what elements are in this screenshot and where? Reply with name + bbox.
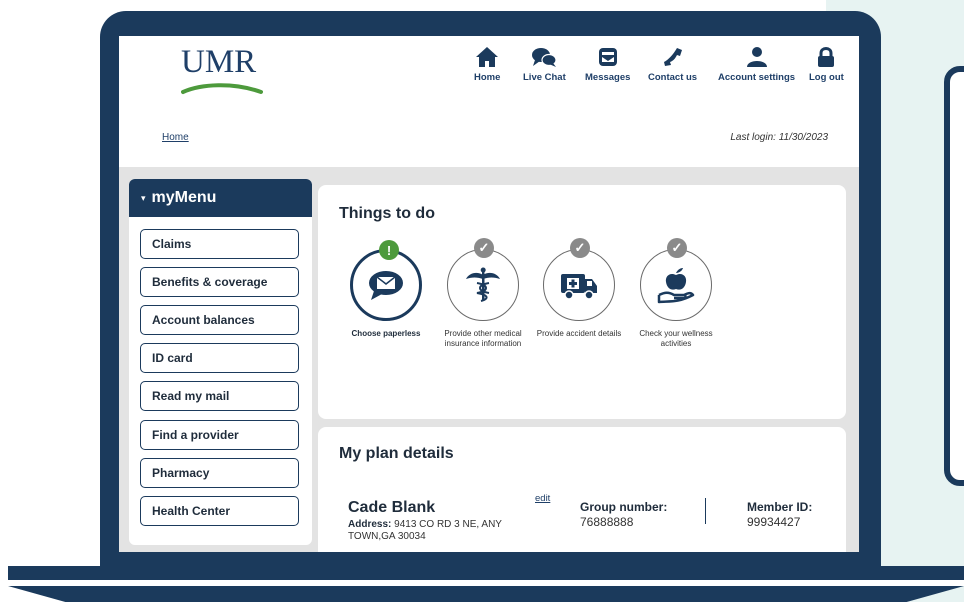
menu-item-id-card[interactable]: ID card [140, 343, 299, 373]
nav-contact-us-label: Contact us [648, 72, 698, 83]
menu-item-find-a-provider[interactable]: Find a provider [140, 420, 299, 450]
my-menu-header[interactable]: ▾ myMenu [129, 179, 312, 217]
task-circle: ! [350, 240, 422, 321]
check-badge-icon: ✓ [570, 238, 590, 258]
check-badge-icon: ✓ [667, 238, 687, 258]
task-label: Provide accident details [536, 329, 622, 338]
apple-hand-icon [657, 268, 695, 304]
menu-item-account-balances[interactable]: Account balances [140, 305, 299, 335]
menu-item-claims[interactable]: Claims [140, 229, 299, 259]
nav-home-label: Home [474, 72, 501, 83]
user-icon [746, 47, 767, 67]
nav-account-settings[interactable]: Account settings [718, 46, 795, 83]
task-label: Check your wellness activities [639, 329, 713, 348]
phone-icon [663, 48, 682, 66]
alert-badge-icon: ! [379, 240, 399, 260]
logo-text: UMR [181, 44, 257, 80]
nav-live-chat-label: Live Chat [523, 72, 566, 83]
menu-item-health-center[interactable]: Health Center [140, 496, 299, 526]
address-label: Address: [348, 519, 392, 530]
member-id-label: Member ID: [747, 500, 813, 514]
side-card-frame [944, 66, 964, 486]
member-id-value: 99934427 [747, 515, 801, 529]
check-badge-icon: ✓ [474, 238, 494, 258]
task-label: Choose paperless [351, 329, 421, 338]
paperless-chat-icon [369, 271, 403, 300]
task-circle: ✓ [640, 238, 712, 321]
chevron-down-icon: ▾ [141, 192, 146, 203]
caduceus-icon [466, 267, 500, 302]
task-wellness-activities[interactable]: ✓ Check your wellness activities [631, 238, 721, 349]
member-address: Address: 9413 CO RD 3 NE, ANY TOWN,GA 30… [348, 519, 528, 543]
laptop-base [8, 566, 964, 580]
nav-live-chat[interactable]: Live Chat [523, 46, 566, 83]
ambulance-icon [561, 274, 597, 300]
nav-log-out[interactable]: Log out [809, 46, 844, 83]
task-accident-details[interactable]: ✓ Provide accident details [534, 238, 624, 339]
my-menu: ▾ myMenu Claims Benefits & coverage Acco… [129, 179, 312, 545]
member-name: Cade Blank [348, 499, 436, 516]
site-header: UMR Home Live Chat Messages Contact us A… [119, 36, 859, 167]
menu-item-pharmacy[interactable]: Pharmacy [140, 458, 299, 488]
things-to-do-title: Things to do [339, 205, 435, 222]
plan-details-title: My plan details [339, 445, 454, 462]
task-choose-paperless[interactable]: ! Choose paperless [341, 240, 431, 339]
app-screen: UMR Home Live Chat Messages Contact us A… [119, 36, 859, 552]
group-number-label: Group number: [580, 500, 668, 514]
nav-messages-label: Messages [585, 72, 631, 83]
nav-messages[interactable]: Messages [585, 46, 630, 83]
things-to-do-card: Things to do ! Choose paperless ✓ Provid… [318, 185, 846, 419]
edit-address-link[interactable]: edit [535, 493, 550, 504]
umr-logo[interactable]: UMR [181, 44, 263, 102]
envelope-icon [598, 48, 617, 66]
nav-contact-us[interactable]: Contact us [648, 46, 697, 83]
breadcrumb-home[interactable]: Home [162, 132, 189, 143]
laptop-stripe [8, 580, 964, 586]
last-login-text: Last login: 11/30/2023 [730, 132, 828, 143]
nav-log-out-label: Log out [809, 72, 844, 83]
task-other-insurance[interactable]: ✓ Provide other medical insurance inform… [438, 238, 528, 349]
menu-item-read-my-mail[interactable]: Read my mail [140, 381, 299, 411]
group-number-value: 76888888 [580, 515, 634, 529]
plan-details-card: My plan details Cade Blank Address: 9413… [318, 427, 846, 552]
my-menu-title: myMenu [151, 189, 217, 206]
lock-icon [818, 47, 835, 67]
nav-account-settings-label: Account settings [718, 72, 796, 83]
laptop-foot [8, 586, 964, 602]
nav-home[interactable]: Home [474, 46, 500, 83]
task-circle: ✓ [447, 238, 519, 321]
task-circle: ✓ [543, 238, 615, 321]
logo-swoosh-icon [181, 83, 263, 94]
task-label: Provide other medical insurance informat… [444, 329, 522, 348]
home-icon [476, 47, 499, 67]
plan-divider [705, 498, 706, 524]
chat-icon [532, 48, 557, 67]
menu-item-benefits-coverage[interactable]: Benefits & coverage [140, 267, 299, 297]
